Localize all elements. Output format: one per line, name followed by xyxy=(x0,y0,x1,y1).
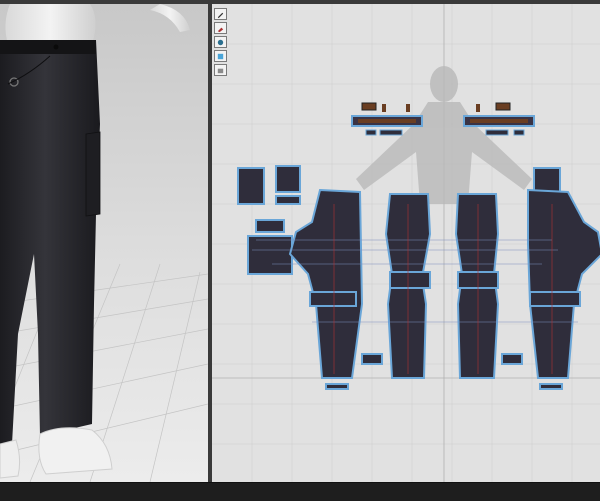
cube-tool-icon xyxy=(217,53,224,60)
pants-waistband xyxy=(0,40,96,54)
2d-pattern-viewport[interactable] xyxy=(212,4,600,482)
cuff-tab-left xyxy=(325,383,349,390)
avatar-torso xyxy=(5,4,96,44)
pen-tool-icon xyxy=(217,12,224,19)
shoe-left xyxy=(0,439,21,479)
knee-band-left xyxy=(309,291,357,307)
pants-button xyxy=(53,44,59,50)
status-bar xyxy=(0,482,600,501)
cuff-tab-right xyxy=(539,383,563,390)
3d-scene xyxy=(0,4,208,482)
knee-band-mid-left xyxy=(389,271,431,289)
pants-side-pocket xyxy=(85,131,101,217)
brush-tool-button[interactable] xyxy=(214,22,227,34)
brush-tool-icon xyxy=(217,27,224,33)
pattern-canvas xyxy=(212,4,600,482)
knee-band-right xyxy=(529,291,581,307)
pants-3d-model[interactable] xyxy=(0,40,100,448)
texture-tool-button[interactable] xyxy=(214,64,227,76)
pant-panels[interactable] xyxy=(288,188,600,390)
search-tool-button[interactable] xyxy=(214,36,227,48)
cube-tool-button[interactable] xyxy=(214,50,227,62)
3d-viewport[interactable] xyxy=(0,4,208,482)
texture-tool-icon xyxy=(217,68,224,74)
pen-tool-button[interactable] xyxy=(214,8,227,20)
tab-right xyxy=(501,353,523,365)
pattern-toolbar xyxy=(214,8,230,84)
search-tool-icon xyxy=(217,39,224,46)
tab-left xyxy=(361,353,383,365)
